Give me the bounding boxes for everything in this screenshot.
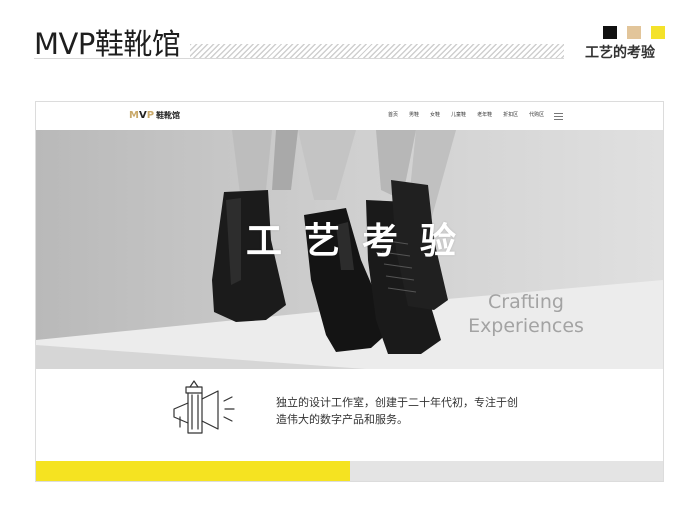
site-logo[interactable]: MVP 鞋靴馆: [129, 110, 180, 122]
site-navbar: MVP 鞋靴馆 首页 男鞋 女鞋 儿童鞋 老年鞋 折扣区 代购区: [36, 102, 663, 130]
footer-bar-gray: [350, 461, 663, 481]
decorative-hatch-band: [190, 44, 564, 58]
nav-item-discount[interactable]: 折扣区: [503, 112, 518, 119]
title-underline: [34, 58, 564, 59]
hero-subtitle-line1: Crafting: [488, 291, 564, 313]
swatch-beige: [627, 26, 641, 39]
hero-subtitle-line2: Experiences: [468, 315, 584, 337]
nav-item-mens[interactable]: 男鞋: [409, 112, 419, 119]
logo-text: 鞋靴馆: [156, 111, 181, 120]
nav-menu: 首页 男鞋 女鞋 儿童鞋 老年鞋 折扣区 代购区: [388, 112, 555, 119]
megaphone-icon: [173, 380, 235, 434]
intro-section: 独立的设计工作室，创建于二十年代初，专注于创 造伟大的数字产品和服务。: [36, 369, 663, 461]
nav-item-kids[interactable]: 儿童鞋: [451, 112, 466, 119]
nav-item-purchasing[interactable]: 代购区: [529, 112, 544, 119]
nav-item-home[interactable]: 首页: [388, 112, 398, 119]
swatch-black: [603, 26, 617, 39]
nav-item-seniors[interactable]: 老年鞋: [477, 112, 492, 119]
intro-line2: 造伟大的数字产品和服务。: [276, 413, 408, 426]
logo-letter-v: V: [138, 110, 147, 121]
nav-item-womens[interactable]: 女鞋: [430, 112, 440, 119]
slide-title: MVP鞋靴馆: [34, 27, 181, 61]
website-mockup: MVP 鞋靴馆 首页 男鞋 女鞋 儿童鞋 老年鞋 折扣区 代购区 工艺考验 Cr…: [35, 101, 664, 482]
intro-text: 独立的设计工作室，创建于二十年代初，专注于创 造伟大的数字产品和服务。: [276, 394, 576, 428]
menu-icon[interactable]: [554, 113, 563, 122]
intro-line1: 独立的设计工作室，创建于二十年代初，专注于创: [276, 396, 518, 409]
footer-bar-yellow: [36, 461, 350, 481]
slide-subtitle: 工艺的考验: [585, 45, 655, 61]
logo-letter-p: P: [146, 110, 155, 121]
logo-letter-m: M: [129, 110, 139, 121]
hero-subtitle: Crafting Experiences: [441, 290, 611, 338]
hero-banner: 工艺考验 Crafting Experiences: [36, 130, 663, 369]
hero-title: 工艺考验: [246, 221, 479, 262]
swatch-yellow: [651, 26, 665, 39]
